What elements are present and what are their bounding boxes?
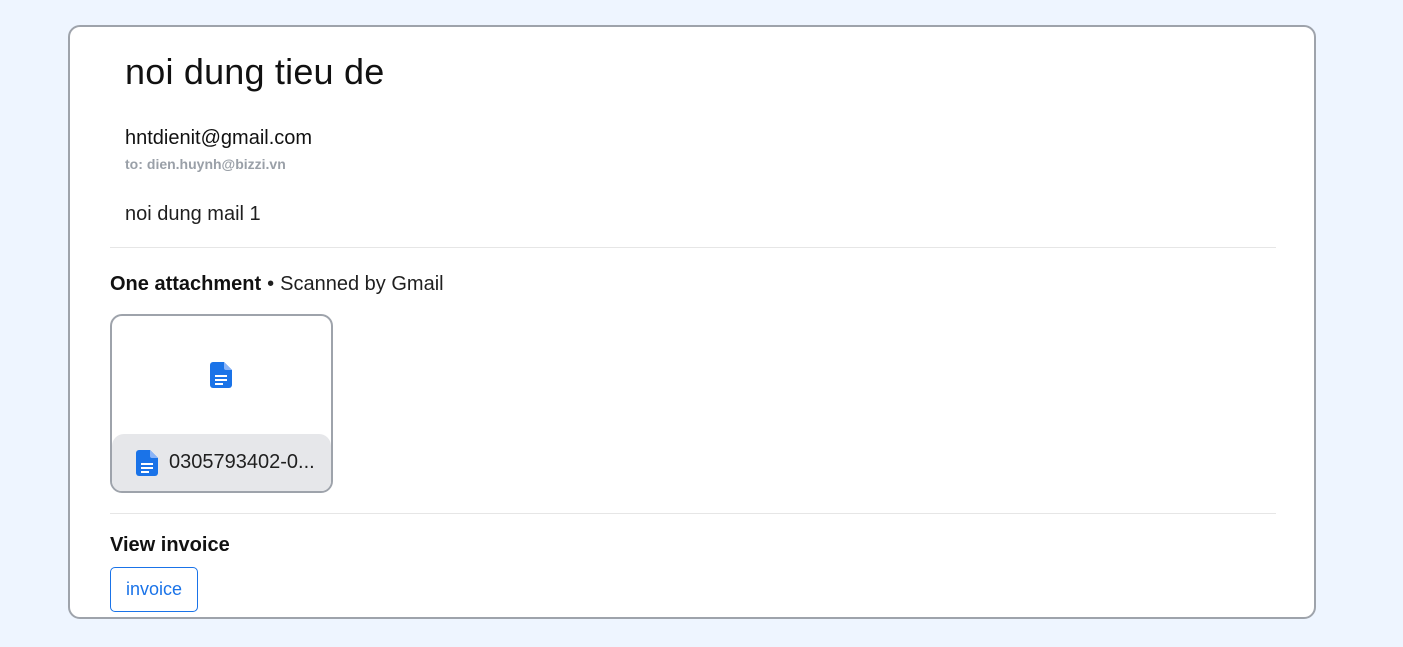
recipient-prefix: to: [125, 156, 143, 172]
scan-status: Scanned by Gmail [280, 273, 444, 295]
email-card: noi dung tieu de hntdienit@gmail.com to:… [68, 25, 1316, 619]
recipient-email: dien.huynh@bizzi.vn [146, 156, 286, 172]
recipient-line: to: dien.huynh@bizzi.vn [125, 156, 286, 172]
attachments-header: One attachment • Scanned by Gmail [110, 273, 444, 296]
sender-email: hntdienit@gmail.com [125, 127, 313, 149]
attachment-card[interactable]: 0305793402-0... [110, 314, 333, 493]
divider [110, 247, 1276, 248]
email-subject: noi dung tieu de [125, 51, 385, 92]
view-invoice-title: View invoice [110, 534, 230, 556]
attachment-separator: • [267, 273, 275, 295]
email-body: noi dung mail 1 [125, 203, 261, 225]
invoice-button[interactable]: invoice [110, 567, 198, 612]
divider [110, 513, 1276, 514]
attachment-count: One attachment [110, 273, 262, 295]
attachment-file-bar: 0305793402-0... [112, 434, 331, 491]
document-icon [210, 362, 232, 388]
attachment-file-name: 0305793402-0... [169, 451, 315, 473]
document-icon [136, 450, 158, 476]
